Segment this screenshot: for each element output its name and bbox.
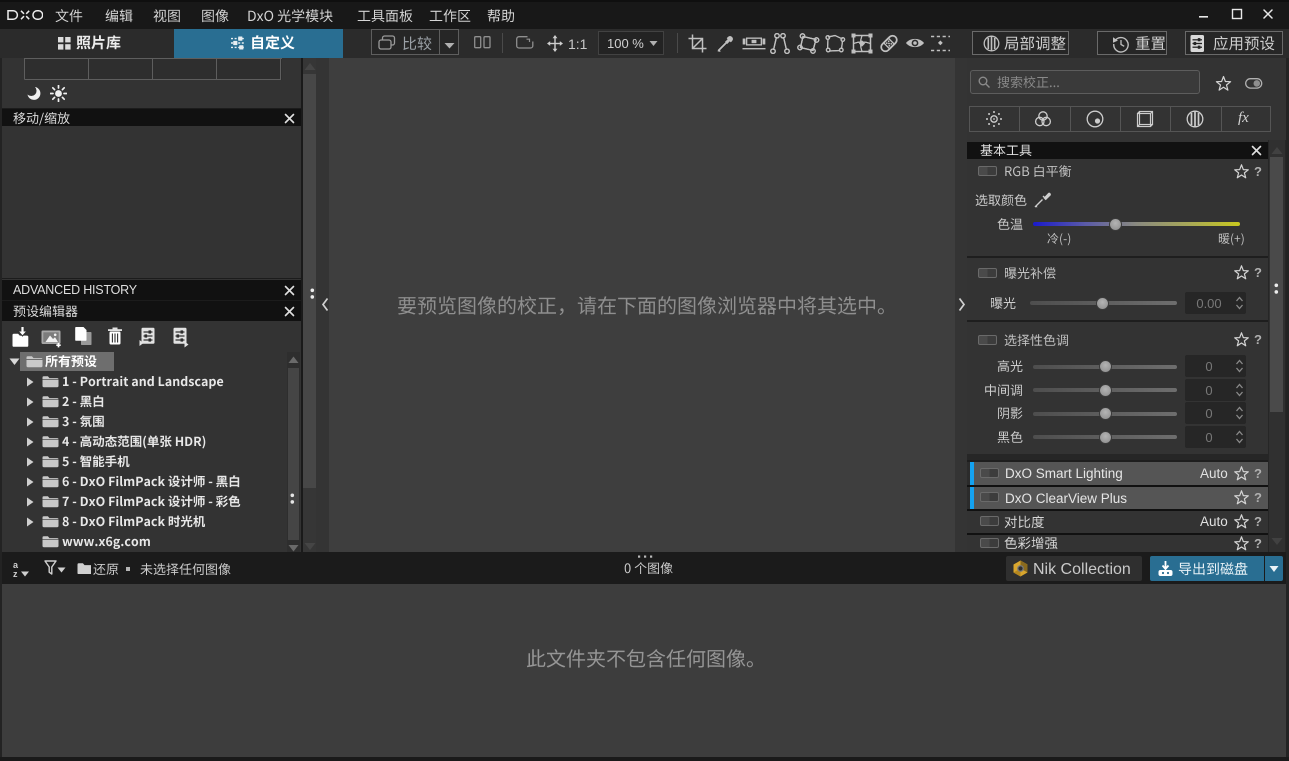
svg-text:z: z — [13, 569, 18, 578]
